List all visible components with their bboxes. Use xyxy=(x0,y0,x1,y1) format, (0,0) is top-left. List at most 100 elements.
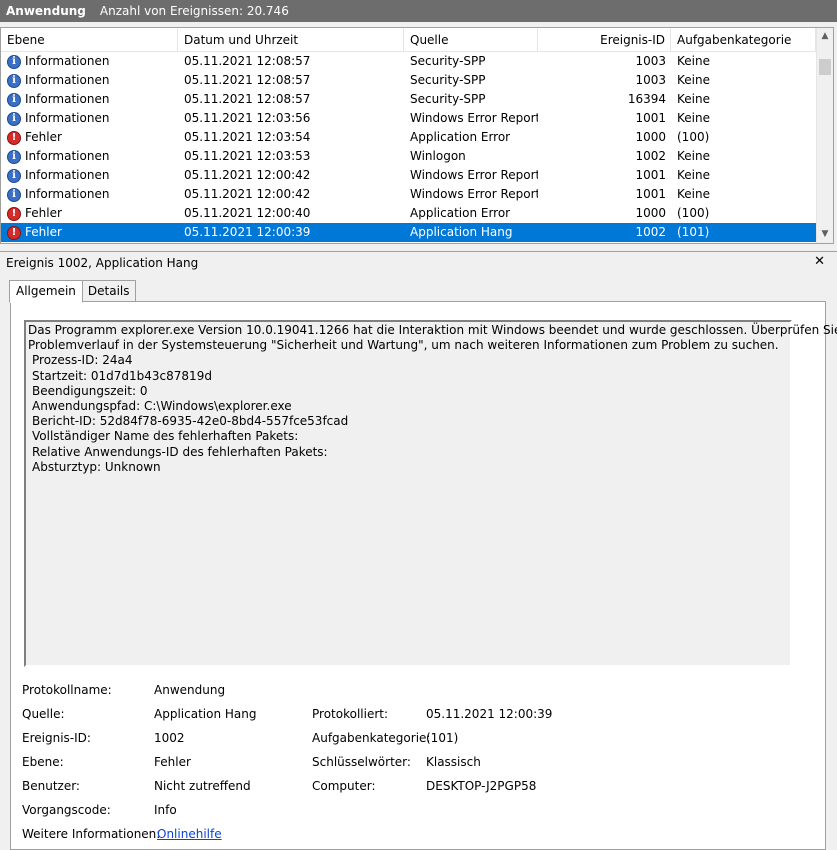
event-id-value: 1002 xyxy=(154,731,185,745)
event-detail-title: Ereignis 1002, Application Hang xyxy=(6,255,199,270)
cell-level: ! Fehler xyxy=(1,204,178,223)
log-name: Anwendung xyxy=(6,4,86,18)
computer-label: Computer: xyxy=(312,779,376,793)
task-category-value: (101) xyxy=(426,731,459,745)
error-icon: ! xyxy=(7,206,21,221)
table-row[interactable]: ! Fehler 05.11.2021 12:03:54 Application Er… xyxy=(1,128,816,147)
table-row[interactable]: i Informationen 05.11.2021 12:08:57 Securit… xyxy=(1,90,816,109)
cell-date: 05.11.2021 12:08:57 xyxy=(184,92,311,106)
table-row[interactable]: i Informationen 05.11.2021 12:00:42 Windows… xyxy=(1,166,816,185)
event-message-box[interactable]: Das Programm explorer.exe Version 10.0.1… xyxy=(24,320,837,667)
close-icon[interactable]: ✕ xyxy=(814,254,825,269)
log-title-bar: Anwendung Anzahl von Ereignissen: 20.746 xyxy=(0,0,837,22)
level-text: Informationen xyxy=(25,168,110,182)
cell-task-category: Keine xyxy=(677,54,710,68)
column-header-event-id[interactable]: Ereignis-ID xyxy=(538,28,671,52)
cell-task-category: Keine xyxy=(677,168,710,182)
cell-level: i Informationen xyxy=(1,90,178,109)
table-row[interactable]: i Informationen 05.11.2021 12:08:57 Securit… xyxy=(1,71,816,90)
table-row[interactable]: i Informationen 05.11.2021 12:00:42 Windows… xyxy=(1,185,816,204)
info-icon: i xyxy=(7,73,21,88)
computer-value: DESKTOP-J2PGP58 xyxy=(426,779,537,793)
detail-tabs: Allgemein Details xyxy=(9,280,136,303)
cell-date: 05.11.2021 12:08:57 xyxy=(184,73,311,87)
column-header-source[interactable]: Quelle xyxy=(404,28,538,52)
cell-level: i Informationen xyxy=(1,109,178,128)
info-icon: i xyxy=(7,168,21,183)
scroll-thumb[interactable] xyxy=(819,59,831,75)
cell-level: i Informationen xyxy=(1,147,178,166)
message-line: Vollständiger Name des fehlerhaften Pake… xyxy=(32,429,299,444)
message-line: Anwendungspfad: C:\Windows\explorer.exe xyxy=(32,399,292,414)
table-row[interactable]: i Informationen 05.11.2021 12:03:53 Winlogo… xyxy=(1,147,816,166)
online-help-link[interactable]: Onlinehilfe xyxy=(157,825,222,843)
event-list-scrollbar[interactable]: ▲ ▼ xyxy=(816,28,833,243)
level-text: Fehler xyxy=(25,206,62,220)
cell-source: Security-SPP xyxy=(410,92,486,106)
cell-task-category: (101) xyxy=(677,225,710,239)
cell-date: 05.11.2021 12:00:42 xyxy=(184,168,311,182)
table-row[interactable]: ! Fehler 05.11.2021 12:00:39 Application Ha… xyxy=(1,223,816,242)
cell-event-id: 1001 xyxy=(635,168,666,182)
level-text: Informationen xyxy=(25,54,110,68)
column-header-date[interactable]: Datum und Uhrzeit xyxy=(178,28,404,52)
cell-source: Application Error xyxy=(410,130,511,144)
column-header-level[interactable]: Ebene xyxy=(1,28,178,52)
cell-level: ! Fehler xyxy=(1,223,178,242)
cell-task-category: Keine xyxy=(677,187,710,201)
level-text: Fehler xyxy=(25,225,62,239)
event-list[interactable]: Ebene Datum und Uhrzeit Quelle Ereignis-… xyxy=(0,27,834,244)
cell-event-id: 16394 xyxy=(627,92,666,106)
event-list-header: Ebene Datum und Uhrzeit Quelle Ereignis-… xyxy=(1,28,816,52)
cell-task-category: (100) xyxy=(677,206,710,220)
message-line: Beendigungszeit: 0 xyxy=(32,383,148,398)
error-icon: ! xyxy=(7,225,21,240)
table-row[interactable]: ! Fehler 05.11.2021 12:00:40 Application Er… xyxy=(1,204,816,223)
cell-event-id: 1000 xyxy=(635,206,666,220)
table-row[interactable]: i Informationen 05.11.2021 12:03:56 Windows… xyxy=(1,109,816,128)
cell-date: 05.11.2021 12:00:39 xyxy=(184,225,311,239)
cell-level: i Informationen xyxy=(1,166,178,185)
level-text: Informationen xyxy=(25,111,110,125)
cell-date: 05.11.2021 12:00:40 xyxy=(184,206,311,220)
cell-level: i Informationen xyxy=(1,185,178,204)
cell-task-category: Keine xyxy=(677,111,710,125)
source-label: Quelle: xyxy=(22,707,65,721)
cell-source: Windows Error Report... xyxy=(410,111,538,125)
cell-task-category: Keine xyxy=(677,92,710,106)
cell-level: i Informationen xyxy=(1,52,178,71)
info-icon: i xyxy=(7,149,21,164)
cell-source: Security-SPP xyxy=(410,73,486,87)
message-line: Das Programm explorer.exe Version 10.0.1… xyxy=(28,323,837,337)
logged-label: Protokolliert: xyxy=(312,707,389,721)
column-header-task-category[interactable]: Aufgabenkategorie xyxy=(671,28,816,52)
level-text: Informationen xyxy=(25,73,110,87)
message-line: Problemverlauf in der Systemsteuerung "S… xyxy=(28,338,779,353)
message-line: Absturztyp: Unknown xyxy=(32,459,161,474)
info-icon: i xyxy=(7,111,21,126)
cell-task-category: Keine xyxy=(677,73,710,87)
level-text: Informationen xyxy=(25,149,110,163)
task-category-label: Aufgabenkategorie: xyxy=(312,731,431,745)
cell-date: 05.11.2021 12:00:42 xyxy=(184,187,311,201)
cell-event-id: 1003 xyxy=(635,73,666,87)
cell-source: Windows Error Report... xyxy=(410,168,538,182)
log-name-label: Protokollname: xyxy=(22,683,112,697)
user-value: Nicht zutreffend xyxy=(154,779,251,793)
cell-date: 05.11.2021 12:03:54 xyxy=(184,130,311,144)
info-icon: i xyxy=(7,54,21,69)
cell-date: 05.11.2021 12:08:57 xyxy=(184,54,311,68)
tab-general[interactable]: Allgemein xyxy=(9,280,83,303)
level-label: Ebene: xyxy=(22,755,64,769)
level-text: Informationen xyxy=(25,92,110,106)
scroll-up-icon[interactable]: ▲ xyxy=(817,28,833,45)
tab-details[interactable]: Details xyxy=(81,280,136,302)
cell-date: 05.11.2021 12:03:53 xyxy=(184,149,311,163)
info-icon: i xyxy=(7,187,21,202)
cell-source: Winlogon xyxy=(410,149,466,163)
scroll-down-icon[interactable]: ▼ xyxy=(817,226,833,243)
keywords-label: Schlüsselwörter: xyxy=(312,755,411,769)
table-row[interactable]: i Informationen 05.11.2021 12:08:57 Securit… xyxy=(1,52,816,71)
keywords-value: Klassisch xyxy=(426,755,481,769)
cell-task-category: (100) xyxy=(677,130,710,144)
